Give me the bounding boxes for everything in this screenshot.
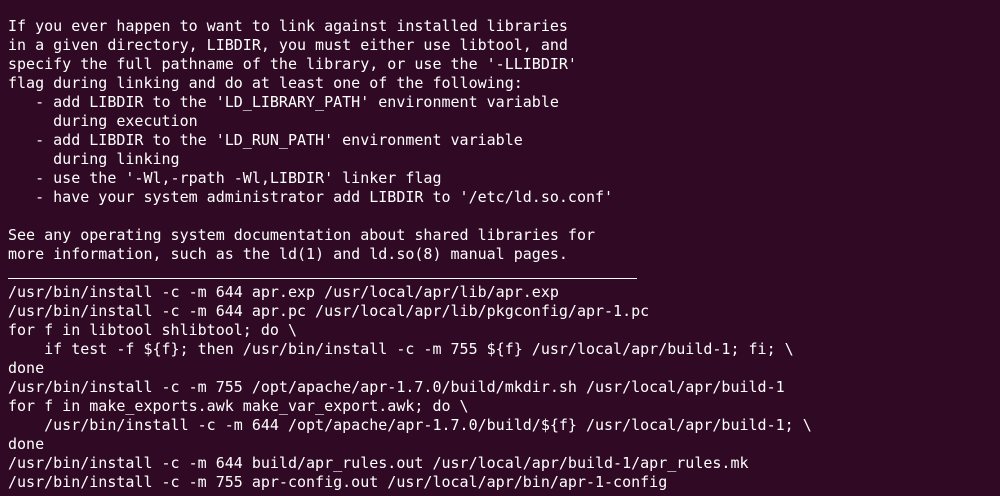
terminal-line: - add LIBDIR to the 'LD_LIBRARY_PATH' en…: [8, 93, 559, 111]
terminal-line: for f in make_exports.awk make_var_expor…: [8, 397, 469, 415]
terminal-line: done: [8, 359, 45, 377]
terminal-line: for f in libtool shlibtool; do \: [8, 321, 297, 339]
terminal-line: specify the full pathname of the library…: [8, 55, 577, 73]
terminal-line: See any operating system documentation a…: [8, 226, 595, 244]
terminal-line: /usr/bin/install -c -m 644 /opt/apache/a…: [8, 416, 812, 434]
terminal-line: if test -f ${f}; then /usr/bin/install -…: [8, 340, 794, 358]
terminal-output-top: If you ever happen to want to link again…: [8, 17, 1000, 264]
terminal-line: /usr/bin/install -c -m 644 apr.exp /usr/…: [8, 283, 559, 301]
terminal-output-bottom: /usr/bin/install -c -m 644 apr.exp /usr/…: [8, 283, 1000, 492]
terminal-line: more information, such as the ld(1) and …: [8, 245, 568, 263]
terminal-line: /usr/bin/install -c -m 755 apr-config.ou…: [8, 473, 668, 491]
terminal-line: /usr/bin/install -c -m 755 /opt/apache/a…: [8, 378, 785, 396]
terminal-line: /usr/bin/install -c -m 644 build/apr_rul…: [8, 454, 749, 472]
terminal-line: flag during linking and do at least one …: [8, 74, 523, 92]
terminal-line: - add LIBDIR to the 'LD_RUN_PATH' enviro…: [8, 131, 523, 149]
terminal-line: - use the '-Wl,-rpath -Wl,LIBDIR' linker…: [8, 169, 442, 187]
terminal-line: /usr/bin/install -c -m 644 apr.pc /usr/l…: [8, 302, 650, 320]
terminal-line: If you ever happen to want to link again…: [8, 17, 568, 35]
terminal-line: done: [8, 435, 45, 453]
terminal-window[interactable]: If you ever happen to want to link again…: [0, 0, 1000, 496]
terminal-line: in a given directory, LIBDIR, you must e…: [8, 36, 568, 54]
terminal-line: - have your system administrator add LIB…: [8, 188, 614, 206]
terminal-line: during execution: [8, 112, 198, 130]
separator-rule: [8, 264, 1000, 283]
terminal-line: during linking: [8, 150, 180, 168]
